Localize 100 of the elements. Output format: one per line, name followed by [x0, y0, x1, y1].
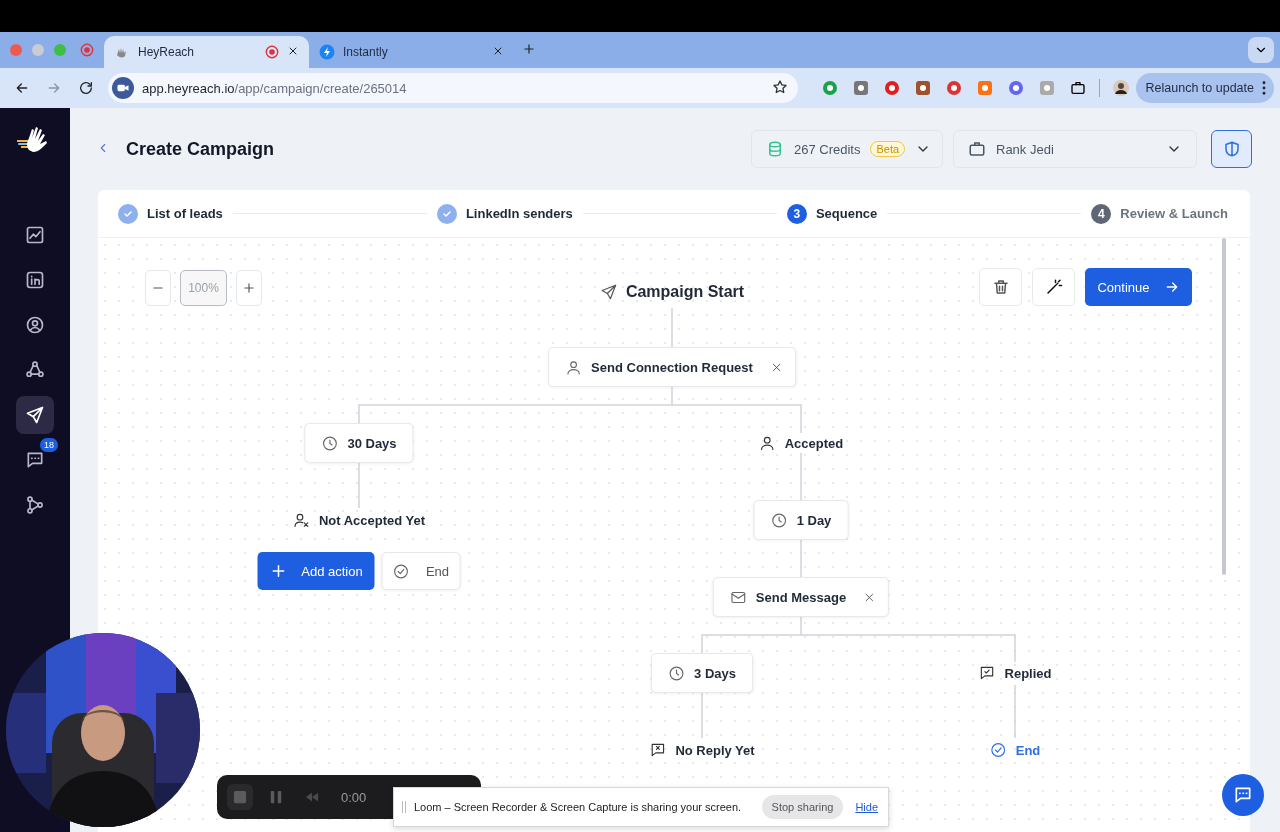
plus-icon: [522, 41, 536, 56]
end-button[interactable]: End: [381, 552, 461, 590]
workspace-dropdown[interactable]: Rank Jedi: [953, 130, 1197, 168]
user-circle-icon: [25, 315, 45, 335]
condition-label: Replied: [1004, 665, 1052, 681]
wizard-step[interactable]: 4 Review & Launch: [1091, 203, 1228, 224]
connector-line: [800, 539, 802, 578]
extension-icon: [853, 80, 869, 96]
count-badge: 18: [40, 438, 58, 452]
extension-icon: [946, 80, 962, 96]
connector-line: [671, 307, 673, 348]
extension-icon: [1008, 80, 1024, 96]
message-x-icon: [649, 741, 667, 759]
end-label: End: [1015, 742, 1041, 758]
url-text: app.heyreach.io/app/campaign/create/265014: [142, 80, 408, 96]
wand-icon: [1044, 278, 1063, 296]
connector-line: [1014, 684, 1016, 739]
condition-label: Accepted: [784, 435, 844, 451]
more-icon: [1262, 81, 1266, 95]
drag-handle[interactable]: [402, 801, 406, 813]
action-node[interactable]: Send Connection Request: [548, 347, 796, 387]
star-icon: [772, 78, 788, 95]
message-check-icon: [978, 664, 996, 682]
tab-title: HeyReach: [138, 45, 196, 59]
connector-line: [800, 452, 802, 501]
chat-icon: [1233, 785, 1253, 805]
sharing-message: Loom – Screen Recorder & Screen Capture is sharing your screen.: [414, 801, 742, 813]
condition-label: Not Accepted Yet: [318, 512, 426, 528]
minimize-dot[interactable]: [32, 44, 44, 56]
extension-button[interactable]: [1006, 78, 1026, 98]
stop-sharing-button[interactable]: Stop sharing: [761, 795, 844, 819]
reload-icon: [78, 80, 94, 96]
extension-button[interactable]: [944, 78, 964, 98]
user-icon: [758, 434, 776, 452]
sidebar-item[interactable]: [16, 396, 54, 434]
wizard-step[interactable]: List of leads: [118, 203, 223, 224]
node-label: Send Connection Request: [591, 359, 753, 375]
browser-tab[interactable]: Instantly: [309, 36, 514, 68]
extension-button[interactable]: [975, 78, 995, 98]
connector-line: [701, 692, 703, 739]
user-x-icon: [292, 511, 310, 529]
add-action-button[interactable]: Add action: [257, 552, 375, 590]
send-icon: [599, 283, 618, 301]
delete-button[interactable]: [979, 268, 1022, 306]
clock-icon: [321, 434, 339, 452]
extension-button[interactable]: [851, 78, 871, 98]
scrollbar[interactable]: [1222, 238, 1226, 575]
extension-icon: [822, 80, 838, 96]
recording-timer: 0:00: [341, 789, 367, 805]
extension-icon: [884, 80, 900, 96]
clock-icon: [668, 664, 686, 682]
check-circle-icon: [989, 741, 1007, 759]
briefcase-icon: [968, 140, 986, 158]
address-bar[interactable]: app.heyreach.io/app/campaign/create/265014: [108, 73, 798, 103]
delay-node[interactable]: 30 Days: [304, 423, 414, 463]
zoom-in-button[interactable]: [236, 270, 262, 306]
extension-button[interactable]: [1037, 78, 1057, 98]
in-square-icon: [25, 270, 45, 290]
credits-dropdown[interactable]: 267 Credits Beta: [751, 130, 943, 168]
stop-icon: [233, 790, 247, 804]
continue-button[interactable]: Continue: [1085, 268, 1192, 306]
browser-tab[interactable]: HeyReach: [104, 36, 309, 68]
action-node[interactable]: Send Message: [712, 577, 890, 617]
node-label: 3 Days: [694, 665, 736, 681]
database-icon: [766, 140, 784, 158]
extension-button[interactable]: [913, 78, 933, 98]
tab-title: Instantly: [343, 45, 389, 59]
maximize-dot[interactable]: [54, 44, 66, 56]
relaunch-button[interactable]: Relaunch to update: [1135, 73, 1274, 103]
avatar-icon: [1113, 80, 1129, 96]
send-icon: [25, 405, 45, 425]
chart-icon: [25, 225, 45, 245]
node-label: Send Message: [755, 589, 847, 605]
magic-button[interactable]: [1032, 268, 1075, 306]
hide-link[interactable]: Hide: [855, 801, 878, 813]
extension-icon: [977, 80, 993, 96]
wizard-step[interactable]: 3 Sequence: [786, 203, 878, 224]
bolt-icon: [319, 44, 335, 60]
wizard-step[interactable]: LinkedIn senders: [436, 203, 573, 224]
delay-node[interactable]: 3 Days: [651, 653, 753, 693]
camera-icon: [112, 77, 134, 99]
profile-button[interactable]: [1111, 78, 1131, 98]
delay-node[interactable]: 1 Day: [753, 500, 849, 540]
tab-list-button[interactable]: [1248, 37, 1274, 63]
close-dot[interactable]: [10, 44, 22, 56]
condition-label: No Reply Yet: [675, 742, 755, 758]
stop-recording-button[interactable]: [227, 784, 253, 810]
shield-icon: [1222, 140, 1241, 158]
extension-icon: [1039, 80, 1055, 96]
step-marker: 4: [1091, 203, 1112, 224]
connector-line: [358, 462, 360, 509]
start-label: Campaign Start: [625, 283, 745, 301]
record-icon: [80, 43, 94, 57]
extension-icon: [915, 80, 931, 96]
extension-button[interactable]: [882, 78, 902, 98]
beta-badge: Beta: [870, 141, 906, 157]
shield-button[interactable]: [1211, 130, 1252, 168]
node-label: 30 Days: [347, 435, 397, 451]
extension-button[interactable]: [820, 78, 840, 98]
branch-icon: [25, 495, 45, 515]
